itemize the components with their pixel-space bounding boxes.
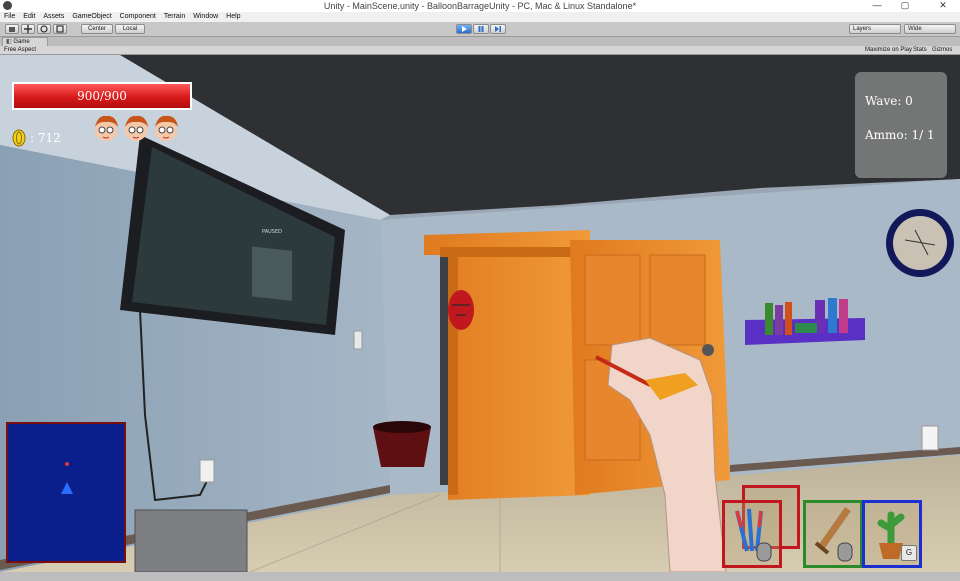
- pause-icon: [478, 26, 484, 32]
- move-icon: [24, 25, 32, 33]
- stats-toggle[interactable]: Stats: [913, 46, 927, 55]
- minimap-enemy-marker: [65, 462, 69, 466]
- wave-ammo-panel: Wave: 0 Ammo: 1/ 1: [855, 72, 947, 178]
- menu-gameobject[interactable]: GameObject: [72, 12, 111, 22]
- scale-icon: [56, 25, 64, 33]
- gizmos-dropdown[interactable]: Gizmos: [932, 46, 952, 55]
- menu-bar: File Edit Assets GameObject Component Te…: [0, 12, 960, 22]
- wooden-sword-icon: [814, 506, 853, 562]
- mouse-icon: [756, 542, 772, 562]
- layout-dropdown[interactable]: Wide: [904, 24, 956, 34]
- maximize-button[interactable]: ▢: [894, 0, 916, 12]
- weapon-slot-darts[interactable]: [722, 500, 782, 568]
- menu-file[interactable]: File: [4, 12, 15, 22]
- health-bar: 900/900: [12, 82, 192, 110]
- menu-window[interactable]: Window: [193, 12, 218, 22]
- layers-dropdown[interactable]: Layers: [849, 24, 901, 34]
- play-icon: [462, 26, 467, 32]
- minimap-player-icon: [61, 482, 73, 494]
- health-value: 900/900: [77, 89, 127, 103]
- pivot-local-label: Local: [122, 26, 138, 32]
- pivot-center-label: Center: [87, 26, 106, 32]
- game-viewport[interactable]: PAUSED 900/900: 712 Wave: 0 Ammo: 1/ 1 …: [0, 55, 960, 572]
- step-button[interactable]: [490, 24, 506, 34]
- minimize-button[interactable]: —: [866, 0, 888, 12]
- darts-icon: [735, 508, 772, 562]
- game-view-bar: Free Aspect Maximize on Play Stats Gizmo…: [0, 46, 960, 55]
- window-titlebar: Unity - MainScene.unity - BalloonBarrage…: [0, 0, 960, 12]
- close-button[interactable]: ✕: [926, 0, 960, 12]
- scale-tool-button[interactable]: [53, 24, 67, 34]
- pivot-center-button[interactable]: Center: [81, 24, 113, 34]
- panel-tabbar: ◧ Game: [0, 37, 960, 46]
- life-head-icon: [122, 113, 150, 145]
- rotate-icon: [40, 25, 48, 33]
- status-bar: [0, 572, 960, 581]
- main-toolbar: Center Local Layers Wide: [0, 22, 960, 37]
- menu-terrain[interactable]: Terrain: [164, 12, 185, 22]
- hotkey-badge: G: [901, 545, 917, 561]
- life-head-icon: [92, 113, 120, 145]
- wave-counter: Wave: 0: [865, 94, 913, 108]
- play-button[interactable]: [456, 24, 472, 34]
- coin-count: : 712: [30, 131, 61, 145]
- window-title: Unity - MainScene.unity - BalloonBarrage…: [323, 1, 637, 11]
- coin-icon: [12, 129, 26, 147]
- hand-icon: [9, 27, 15, 32]
- ammo-counter: Ammo: 1/ 1: [865, 128, 935, 142]
- menu-help[interactable]: Help: [226, 12, 240, 22]
- tab-game[interactable]: ◧ Game: [2, 37, 48, 46]
- menu-component[interactable]: Component: [120, 12, 156, 22]
- weapon-slot-cactus[interactable]: G: [862, 500, 922, 568]
- pivot-local-button[interactable]: Local: [115, 24, 145, 34]
- move-tool-button[interactable]: [21, 24, 35, 34]
- menu-assets[interactable]: Assets: [43, 12, 64, 22]
- layers-label: Layers: [853, 26, 872, 32]
- lives-display: [92, 113, 180, 145]
- maximize-on-play-toggle[interactable]: Maximize on Play: [865, 46, 912, 55]
- weapon-slot-sword[interactable]: [803, 500, 863, 568]
- hand-tool-button[interactable]: [5, 24, 19, 34]
- rotate-tool-button[interactable]: [37, 24, 51, 34]
- step-icon: [495, 26, 501, 32]
- tv-pause-text: PAUSED: [262, 229, 282, 235]
- game-tab-icon: ◧: [6, 39, 12, 45]
- mouse-icon: [837, 542, 853, 562]
- minimap: [6, 422, 126, 563]
- layout-label: Wide: [908, 26, 922, 32]
- life-head-icon: [152, 113, 180, 145]
- game-tab-label: Game: [13, 39, 30, 45]
- pause-button[interactable]: [473, 24, 489, 34]
- aspect-dropdown[interactable]: Free Aspect: [4, 46, 36, 55]
- menu-edit[interactable]: Edit: [23, 12, 35, 22]
